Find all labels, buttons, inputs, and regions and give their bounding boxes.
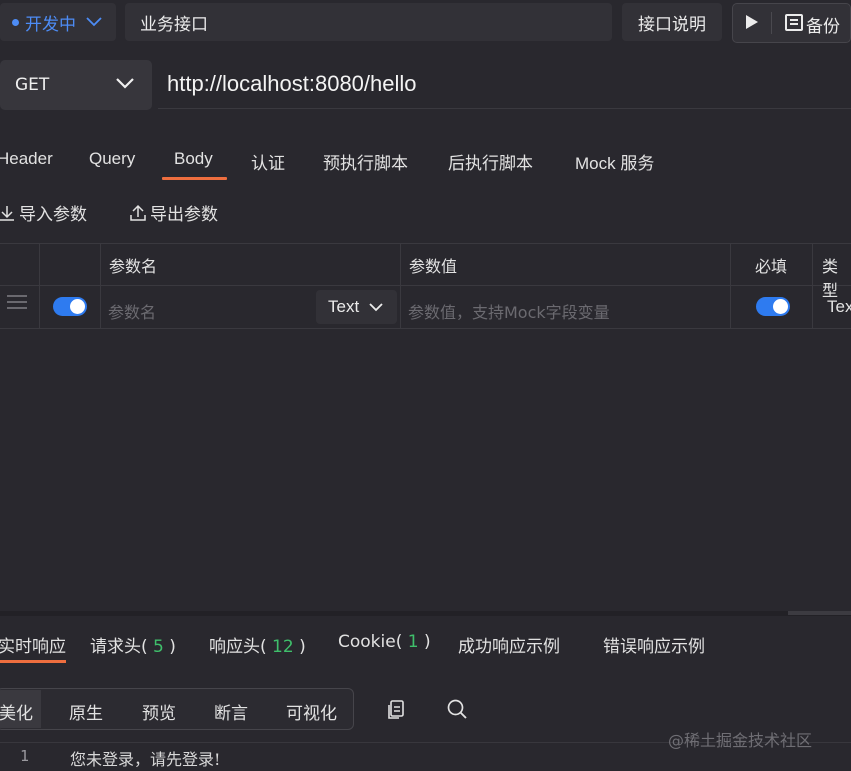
url-underline xyxy=(158,108,851,109)
chevron-down-icon xyxy=(86,17,102,27)
response-headers-count: 12 xyxy=(272,637,294,657)
api-client-window: 开发中 业务接口 接口说明 备份 GET http://localhost:80… xyxy=(0,0,851,771)
tab-success-example[interactable]: 成功响应示例 xyxy=(458,632,560,657)
method-value: GET xyxy=(15,75,50,95)
line-number: 1 xyxy=(20,747,30,765)
splitter-grip[interactable] xyxy=(788,611,851,615)
tab-response-headers-label: 响应头 xyxy=(209,637,260,657)
tab-cookie-label: Cookie xyxy=(338,632,396,652)
api-doc-button[interactable]: 接口说明 xyxy=(622,3,722,41)
param-name-input[interactable]: 参数名 xyxy=(108,299,156,323)
table-border xyxy=(0,328,851,329)
tab-body[interactable]: Body xyxy=(174,149,213,169)
tab-request-headers[interactable]: 请求头( 5 ) xyxy=(90,632,176,657)
column-header-type: 类型 xyxy=(822,257,839,300)
column-divider xyxy=(812,243,813,329)
search-icon[interactable] xyxy=(446,698,468,720)
active-response-tab-indicator xyxy=(0,660,66,663)
param-content-type-value: Text xyxy=(328,297,360,316)
copy-icon[interactable] xyxy=(386,699,406,721)
status-dropdown[interactable]: 开发中 xyxy=(0,3,116,41)
run-backup-group: 备份 xyxy=(732,3,851,43)
param-required-toggle[interactable] xyxy=(756,297,790,316)
backup-button-label[interactable]: 备份 xyxy=(806,12,840,37)
play-icon[interactable] xyxy=(746,15,758,29)
tab-cookie[interactable]: Cookie( 1 ) xyxy=(338,632,431,652)
column-divider xyxy=(39,243,40,329)
format-raw-button[interactable]: 原生 xyxy=(69,699,103,724)
api-doc-label: 接口说明 xyxy=(638,14,706,35)
download-icon xyxy=(0,205,14,221)
table-border xyxy=(0,243,851,244)
request-tabs: Header Query Body 认证 预执行脚本 后执行脚本 Mock 服务 xyxy=(0,140,851,180)
param-value-input[interactable]: 参数值，支持Mock字段变量 xyxy=(408,299,610,323)
url-input[interactable]: http://localhost:8080/hello xyxy=(167,71,417,97)
params-table: 参数名 参数值 必填 类型 参数名 参数值，支持Mock字段变量 Text xyxy=(0,243,851,329)
column-header-value: 参数值 xyxy=(409,257,458,276)
cookie-count: 1 xyxy=(407,632,419,652)
status-label: 开发中 xyxy=(25,14,76,35)
response-body-text: 您未登录，请先登录! xyxy=(70,750,221,769)
column-divider xyxy=(100,243,101,329)
export-params-button[interactable]: 导出参数 xyxy=(129,200,218,225)
column-header-name: 参数名 xyxy=(109,257,158,276)
param-enabled-toggle[interactable] xyxy=(53,297,87,316)
chevron-down-icon xyxy=(369,302,383,311)
format-assert-button[interactable]: 断言 xyxy=(214,699,248,724)
column-divider xyxy=(730,243,731,329)
upload-icon xyxy=(130,204,146,221)
tab-mock-service[interactable]: Mock 服务 xyxy=(575,149,654,174)
param-toolbar: 导入参数 导出参数 xyxy=(0,195,851,227)
param-content-type-select[interactable]: Text xyxy=(316,290,397,324)
tab-live-response[interactable]: 实时响应 xyxy=(0,632,66,657)
tab-header[interactable]: Header xyxy=(0,149,53,169)
format-preview-button[interactable]: 预览 xyxy=(142,699,176,724)
tab-auth[interactable]: 认证 xyxy=(251,149,285,174)
table-border xyxy=(0,285,851,286)
active-tab-indicator xyxy=(162,177,227,180)
status-dot-icon xyxy=(12,18,19,26)
import-params-label: 导入参数 xyxy=(19,205,87,225)
tab-error-example[interactable]: 错误响应示例 xyxy=(603,632,705,657)
format-button-group: 美化 原生 预览 断言 可视化 xyxy=(0,688,354,730)
chevron-down-icon xyxy=(116,78,134,89)
format-visualize-button[interactable]: 可视化 xyxy=(286,699,337,724)
param-type-value[interactable]: Text xyxy=(827,297,851,317)
column-divider xyxy=(400,243,401,329)
backup-icon[interactable] xyxy=(785,14,803,31)
divider xyxy=(771,12,772,34)
api-name-value: 业务接口 xyxy=(140,14,208,35)
request-headers-count: 5 xyxy=(153,637,164,657)
top-bar: 开发中 业务接口 接口说明 备份 xyxy=(0,0,851,44)
export-params-label: 导出参数 xyxy=(150,205,218,225)
panel-splitter[interactable] xyxy=(0,611,851,616)
request-url-row: GET http://localhost:8080/hello xyxy=(0,60,851,112)
tab-response-headers[interactable]: 响应头( 12 ) xyxy=(209,632,306,657)
drag-handle-icon[interactable] xyxy=(7,295,27,309)
tab-query[interactable]: Query xyxy=(89,149,135,169)
import-params-button[interactable]: 导入参数 xyxy=(0,200,87,225)
tab-pre-script[interactable]: 预执行脚本 xyxy=(323,149,408,174)
tab-post-script[interactable]: 后执行脚本 xyxy=(448,149,533,174)
tab-request-headers-label: 请求头 xyxy=(90,637,141,657)
method-select[interactable]: GET xyxy=(0,60,152,110)
format-pretty-button[interactable]: 美化 xyxy=(0,699,33,724)
column-header-required: 必填 xyxy=(755,257,788,276)
watermark: @稀土掘金技术社区 xyxy=(668,731,813,750)
api-name-input[interactable]: 业务接口 xyxy=(125,3,612,41)
